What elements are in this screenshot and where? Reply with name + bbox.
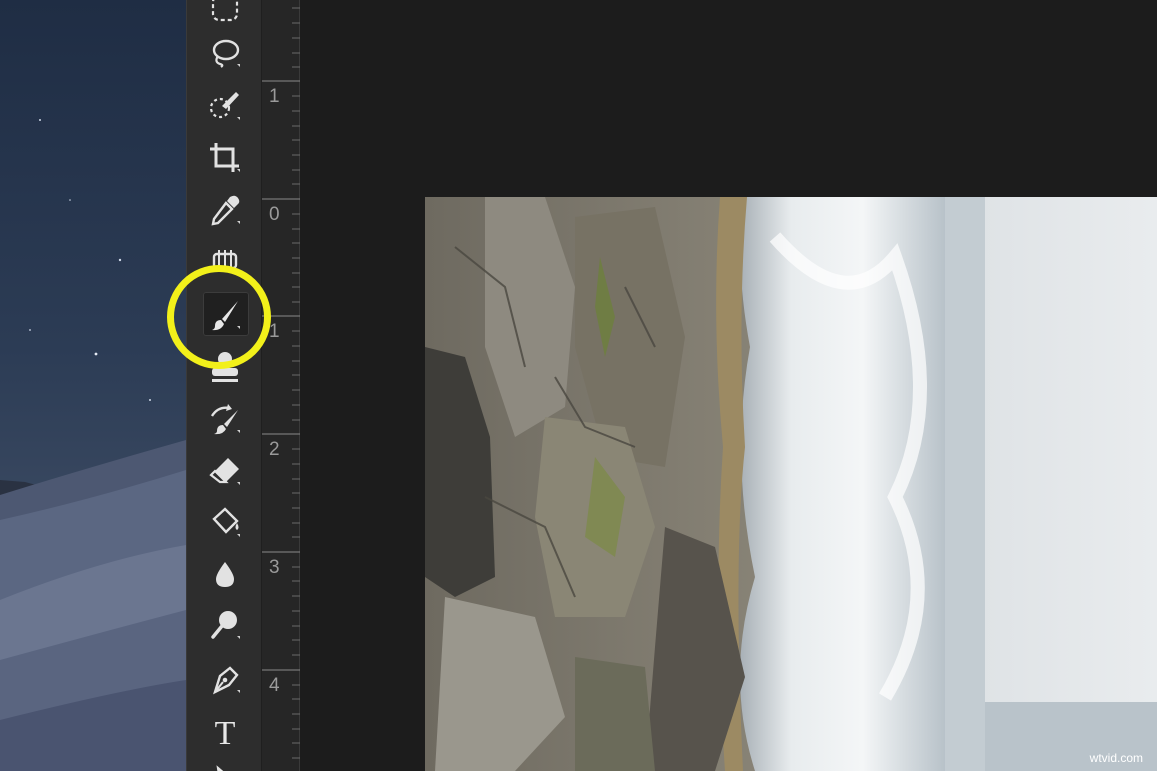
marquee-icon: [211, 0, 239, 22]
path-selection-icon: [216, 765, 224, 771]
desktop-wallpaper: [0, 0, 186, 771]
lasso-tool-button[interactable]: [197, 28, 253, 78]
crop-icon: [210, 143, 240, 172]
ruler-label: 4: [269, 675, 280, 696]
eraser-tool-button[interactable]: [197, 446, 253, 496]
path-selection-tool-button[interactable]: [197, 754, 253, 771]
type-tool-glyph: T: [215, 715, 236, 752]
ruler-label: 3: [269, 557, 280, 578]
eyedropper-icon: [211, 195, 240, 226]
crop-tool-button[interactable]: [197, 133, 253, 183]
ruler-label: 2: [269, 439, 280, 460]
ruler-label: 0: [269, 204, 280, 225]
brush-tool-button[interactable]: [197, 290, 253, 340]
pen-icon: [213, 666, 240, 695]
blur-icon: [216, 562, 234, 587]
ruler-ticks: [262, 7, 300, 759]
ruler-label: 1: [269, 321, 280, 342]
blur-tool-button[interactable]: [197, 550, 253, 600]
paint-bucket-icon: [212, 507, 240, 537]
dodge-icon: [211, 611, 240, 639]
pen-tool-button[interactable]: [197, 654, 253, 704]
healing-brush-icon: [212, 250, 238, 272]
quick-selection-icon: [209, 92, 240, 120]
healing-brush-tool-button[interactable]: [197, 236, 253, 286]
paint-bucket-tool-button[interactable]: [197, 498, 253, 548]
eyedropper-tool-button[interactable]: [197, 185, 253, 235]
stamp-icon: [212, 352, 238, 382]
seascape-photo: [425, 197, 1157, 771]
vertical-ruler[interactable]: 1 0 1 2 3 4: [262, 0, 300, 771]
quick-selection-tool-button[interactable]: [197, 81, 253, 131]
type-tool-button[interactable]: T: [197, 706, 253, 756]
wallpaper-art: [0, 119, 186, 771]
type-icon: T: [215, 715, 236, 752]
clone-stamp-tool-button[interactable]: [197, 342, 253, 392]
document-image[interactable]: [425, 197, 1157, 771]
dodge-tool-button[interactable]: [197, 600, 253, 650]
ruler-label: 1: [269, 86, 280, 107]
history-brush-icon: [210, 404, 240, 435]
eraser-icon: [209, 458, 240, 485]
tools-panel: T: [186, 0, 262, 771]
watermark: wtvid.com: [1089, 751, 1143, 765]
lasso-icon: [212, 39, 240, 68]
brush-icon: [212, 301, 240, 331]
history-brush-tool-button[interactable]: [197, 394, 253, 444]
